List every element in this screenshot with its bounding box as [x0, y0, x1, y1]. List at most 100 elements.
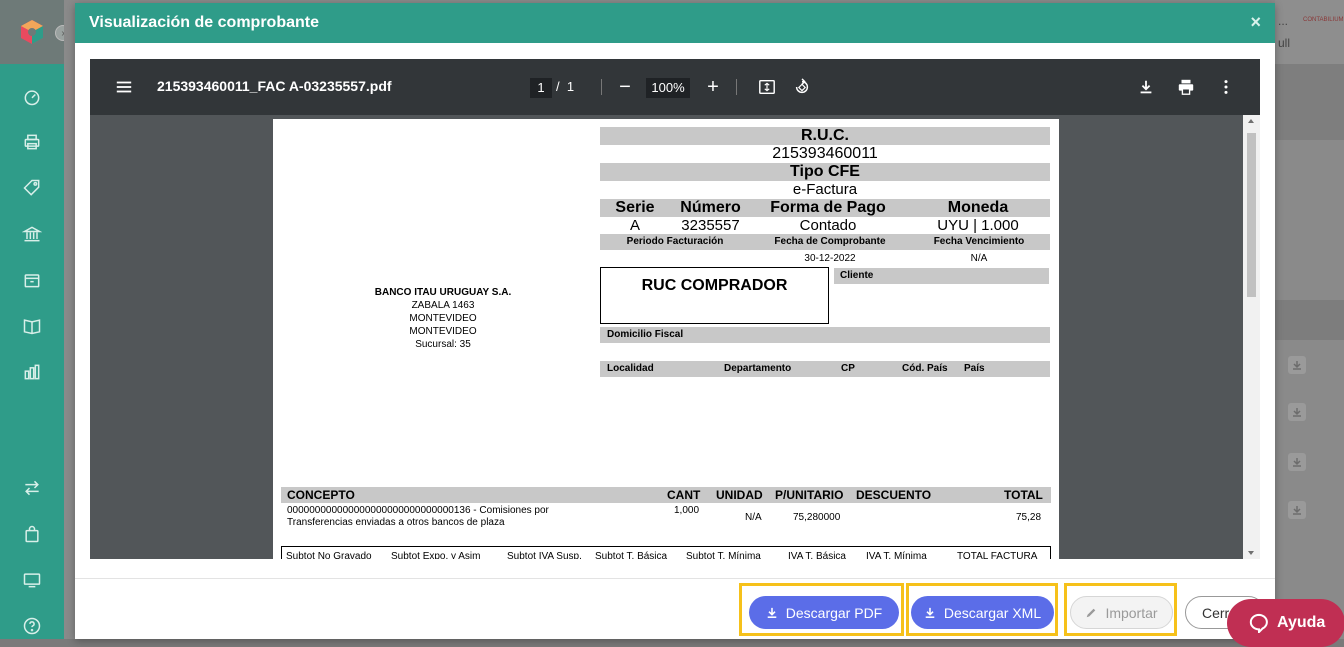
page-total: / 1 — [556, 79, 575, 94]
pencil-icon — [1087, 608, 1096, 617]
pdf-scrollbar[interactable] — [1243, 115, 1260, 559]
items-header-row — [281, 487, 1051, 503]
localidad-label: Localidad — [607, 363, 654, 374]
help-chat-button[interactable]: Ayuda — [1227, 599, 1344, 647]
toolbar-divider — [601, 79, 602, 95]
printer-icon[interactable] — [20, 130, 44, 154]
line-item-total: 75,28 — [1016, 512, 1042, 523]
moneda-label: Moneda — [947, 199, 1009, 216]
import-button[interactable]: Importar — [1070, 596, 1173, 629]
close-icon[interactable]: × — [1250, 12, 1261, 33]
scroll-thumb[interactable] — [1247, 133, 1256, 297]
zoom-level-input[interactable]: 100% — [646, 78, 690, 98]
chart-bars-icon[interactable] — [20, 360, 44, 384]
shopping-bag-icon[interactable] — [20, 522, 44, 546]
dashboard-icon[interactable] — [20, 85, 44, 109]
pdf-toolbar: 215393460011_FAC A-03235557.pdf 1 / 1 − … — [90, 59, 1260, 115]
serie-value: A — [629, 217, 640, 234]
fecha-comprobante-value: 30-12-2022 — [804, 253, 856, 264]
domicilio-fiscal-label: Domicilio Fiscal — [600, 327, 1050, 343]
menu-icon[interactable] — [114, 77, 134, 97]
sender-department: MONTEVIDEO — [409, 326, 477, 337]
serie-label: Serie — [615, 199, 655, 216]
totals-table: Subtot No Gravado Subtot Expo. y Asim Su… — [281, 546, 1051, 559]
download-xml-button[interactable]: Descargar XML — [911, 596, 1054, 629]
sender-city: MONTEVIDEO — [409, 313, 477, 324]
scroll-down-icon[interactable] — [1248, 551, 1254, 555]
ruc-label: R.U.C. — [600, 127, 1050, 145]
numero-label: Número — [680, 199, 741, 216]
background-text: ull — [1278, 36, 1291, 50]
scroll-up-icon[interactable] — [1248, 119, 1254, 123]
sender-name: BANCO ITAU URUGUAY S.A. — [374, 287, 512, 298]
line-item-unidad: N/A — [745, 512, 762, 523]
rotate-icon[interactable] — [792, 77, 812, 97]
line-item-concepto: 000000000000000000000000000000136 - Comi… — [287, 505, 549, 528]
background-text: ... — [1278, 14, 1289, 28]
modal-header: Visualización de comprobante × — [75, 3, 1275, 43]
fecha-vencimiento-label: Fecha Vencimiento — [933, 236, 1025, 247]
modal-title: Visualización de comprobante — [89, 14, 319, 31]
moneda-value: UYU | 1.000 — [937, 217, 1019, 234]
monitor-icon[interactable] — [20, 568, 44, 592]
line-item-punitario: 75,280000 — [793, 512, 841, 523]
totals-header: IVA T. Mínima — [866, 551, 927, 559]
help-label: Ayuda — [1277, 614, 1326, 631]
download-pdf-label: Descargar PDF — [785, 604, 883, 621]
close-label: Cerr — [1202, 604, 1230, 621]
logo-icon — [21, 20, 43, 44]
descuento-header: DESCUENTO — [856, 488, 932, 502]
totals-header: Subtot No Gravado — [286, 551, 372, 559]
archive-icon[interactable] — [20, 268, 44, 292]
download-icon[interactable] — [1288, 501, 1306, 519]
pdf-file-name: 215393460011_FAC A-03235557.pdf — [157, 78, 392, 94]
download-icon[interactable] — [1136, 77, 1156, 97]
more-options-icon[interactable] — [1216, 77, 1236, 97]
totals-header: Subtot IVA Susp. — [507, 551, 582, 559]
pdf-viewer: 215393460011_FAC A-03235557.pdf 1 / 1 − … — [90, 59, 1260, 559]
line-item-cant: 1,000 — [674, 505, 700, 516]
print-icon[interactable] — [1176, 77, 1196, 97]
totals-header: TOTAL FACTURA — [957, 551, 1038, 559]
sender-address: ZABALA 1463 — [411, 300, 475, 311]
chat-bubble-icon — [1249, 613, 1268, 633]
toolbar-divider — [736, 79, 737, 95]
page-number-input[interactable]: 1 — [530, 78, 552, 98]
forma-pago-value: Contado — [799, 217, 857, 234]
totals-header: Subtot T. Mínima — [686, 551, 761, 559]
book-icon[interactable] — [20, 314, 44, 338]
totals-header: IVA T. Básica — [788, 551, 846, 559]
ruc-comprador-box: RUC COMPRADOR — [600, 267, 829, 324]
concepto-header: CONCEPTO — [287, 488, 355, 502]
voucher-modal: Visualización de comprobante × 215393460… — [75, 3, 1275, 639]
cp-label: CP — [841, 363, 855, 374]
totals-header: Subtot T. Básica — [595, 551, 668, 559]
transfer-icon[interactable] — [20, 476, 44, 500]
tag-icon[interactable] — [20, 176, 44, 200]
total-header: TOTAL — [1004, 488, 1043, 502]
fecha-vencimiento-value: N/A — [970, 253, 988, 264]
numero-value: 3235557 — [681, 217, 740, 234]
help-circle-icon[interactable] — [20, 614, 44, 638]
download-icon[interactable] — [1288, 453, 1306, 471]
zoom-out-button[interactable]: − — [615, 76, 635, 98]
download-icon[interactable] — [1288, 403, 1306, 421]
totals-header: Subtot Expo. y Asim — [391, 551, 481, 559]
download-icon — [767, 607, 777, 618]
download-icon — [925, 607, 935, 618]
import-label: Importar — [1105, 604, 1158, 621]
cant-header: CANT — [667, 488, 701, 502]
background-header: ... ull CONTABILIUM — [1275, 0, 1344, 64]
forma-pago-label: Forma de Pago — [770, 199, 886, 216]
bank-icon[interactable] — [20, 222, 44, 246]
zoom-in-button[interactable]: + — [703, 76, 723, 98]
fit-page-icon[interactable] — [757, 77, 777, 97]
ruc-value: 215393460011 — [772, 145, 878, 162]
periodo-label: Periodo Facturación — [626, 236, 724, 247]
download-pdf-button[interactable]: Descargar PDF — [749, 596, 899, 629]
cliente-label: Cliente — [834, 268, 1049, 284]
download-icon[interactable] — [1288, 356, 1306, 374]
sidebar — [0, 0, 64, 639]
download-xml-label: Descargar XML — [943, 604, 1042, 621]
cod-pais-label: Cód. País — [902, 363, 948, 374]
